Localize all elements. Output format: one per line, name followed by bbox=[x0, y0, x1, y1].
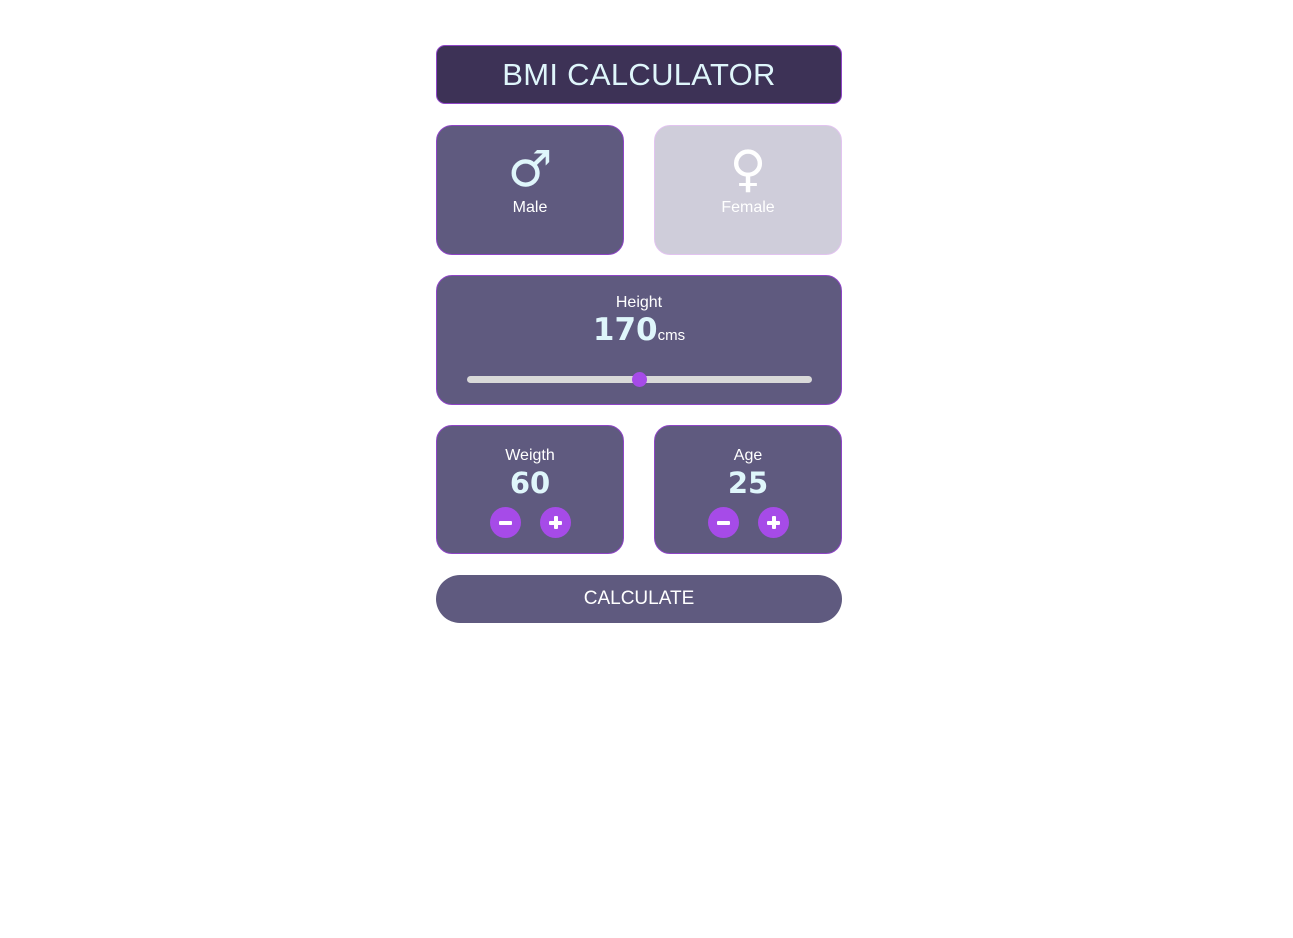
male-label: Male bbox=[512, 199, 548, 216]
age-card: Age 25 bbox=[654, 425, 842, 554]
female-icon: ♀ bbox=[729, 140, 767, 198]
page-title: BMI CALCULATOR bbox=[436, 45, 842, 104]
height-value-row: 170cms bbox=[437, 312, 841, 348]
male-icon: ♂ bbox=[507, 140, 553, 198]
plus-icon bbox=[549, 516, 562, 529]
weight-card: Weigth 60 bbox=[436, 425, 624, 554]
height-unit: cms bbox=[657, 327, 686, 344]
age-label: Age bbox=[733, 447, 763, 464]
female-gender-card[interactable]: ♀ Female bbox=[654, 125, 842, 255]
calculate-button[interactable]: CALCULATE bbox=[436, 575, 842, 623]
minus-icon bbox=[717, 516, 730, 529]
male-gender-card[interactable]: ♂ Male bbox=[436, 125, 624, 255]
age-value: 25 bbox=[727, 466, 769, 500]
age-decrement-button[interactable] bbox=[708, 507, 739, 538]
female-label: Female bbox=[721, 199, 775, 216]
weight-label: Weigth bbox=[505, 447, 555, 464]
weight-value: 60 bbox=[509, 466, 551, 500]
height-card: Height 170cms bbox=[436, 275, 842, 405]
weight-increment-button[interactable] bbox=[540, 507, 571, 538]
weight-decrement-button[interactable] bbox=[490, 507, 521, 538]
minus-icon bbox=[499, 516, 512, 529]
plus-icon bbox=[767, 516, 780, 529]
age-increment-button[interactable] bbox=[758, 507, 789, 538]
height-value: 170 bbox=[592, 312, 658, 348]
height-slider-thumb[interactable] bbox=[632, 372, 647, 387]
height-label: Height bbox=[615, 294, 663, 311]
